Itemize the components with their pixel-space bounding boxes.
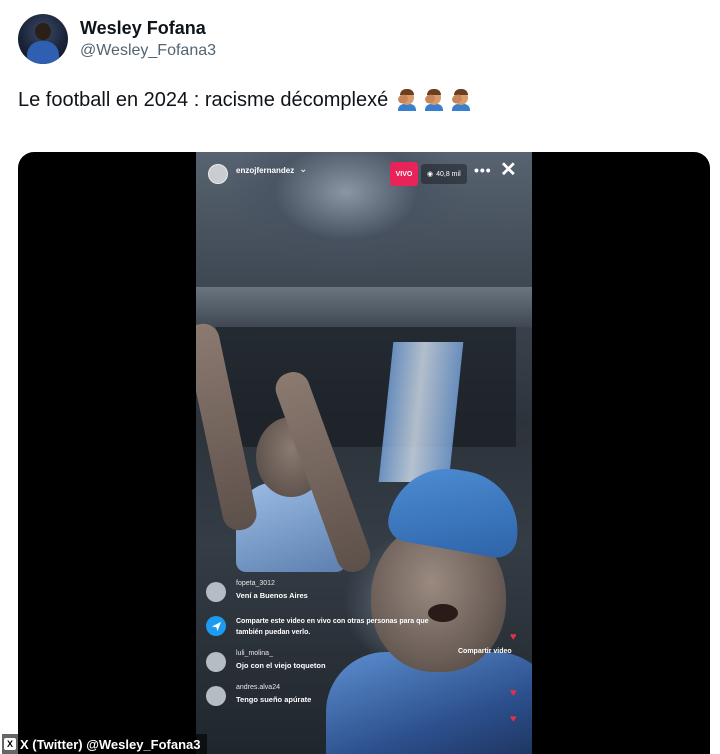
commenter-avatar (206, 652, 226, 672)
commenter-name: andres.alva24 (236, 684, 280, 691)
live-badge: VIVO (390, 162, 418, 186)
close-icon[interactable]: ✕ (500, 160, 517, 180)
comment-text: Tengo sueño apúrate (236, 695, 312, 704)
argentina-flag (378, 342, 464, 482)
bus-window (216, 327, 516, 447)
x-logo-icon: X (4, 738, 16, 750)
man-facepalming-emoji (396, 89, 418, 111)
avatar-figure (27, 41, 59, 64)
avatar[interactable] (18, 14, 68, 64)
tweet-text: Le football en 2024 : racisme décomplexé (18, 89, 389, 111)
viewer-count: ◉ 40,8 mil (421, 164, 467, 184)
eye-icon: ◉ (427, 171, 434, 178)
share-video-link[interactable]: Compartir video (458, 648, 512, 655)
commenter-avatar (206, 582, 226, 602)
avatar-head (35, 23, 51, 40)
media-container[interactable]: enzojfernandez ⌄ VIVO ◉ 40,8 mil ••• ✕ f… (18, 152, 710, 754)
heart-icon: ♥ (510, 631, 517, 643)
heart-icon: ♥ (510, 687, 517, 699)
share-prompt-text: Comparte este video en vivo con otras pe… (236, 618, 429, 636)
commenter-name: luli_molina_ (236, 650, 273, 657)
author-names: Wesley Fofana @Wesley_Fofana3 (80, 17, 216, 62)
man-facepalming-emoji (450, 89, 472, 111)
instagram-live-video[interactable]: enzojfernandez ⌄ VIVO ◉ 40,8 mil ••• ✕ f… (196, 152, 532, 754)
viewer-count-value: 40,8 mil (436, 170, 461, 178)
credit-text: X (Twitter) @Wesley_Fofana3 (20, 736, 201, 752)
commenter-name: fopeta_3012 (236, 580, 275, 587)
commenter-avatar (206, 686, 226, 706)
tweet-header: Wesley Fofana @Wesley_Fofana3 (18, 14, 216, 64)
man-facepalming-emoji (423, 89, 445, 111)
send-icon (206, 616, 226, 636)
bus-ceiling-light (196, 287, 532, 327)
live-top-bar: enzojfernandez ⌄ VIVO ◉ 40,8 mil ••• ✕ (196, 152, 532, 196)
live-user-avatar[interactable] (208, 164, 228, 184)
comment-text: Vení a Buenos Aires (236, 591, 308, 600)
more-options-icon[interactable]: ••• (474, 162, 492, 178)
display-name[interactable]: Wesley Fofana (80, 17, 216, 39)
chevron-down-icon[interactable]: ⌄ (299, 164, 307, 175)
heart-icon: ♥ (510, 713, 517, 725)
photo-credit: X X (Twitter) @Wesley_Fofana3 (2, 734, 207, 754)
emoji-group (396, 89, 472, 111)
tweet-text-row: Le football en 2024 : racisme décomplexé (18, 86, 472, 114)
user-handle[interactable]: @Wesley_Fofana3 (80, 40, 216, 62)
live-username[interactable]: enzojfernandez (236, 166, 294, 175)
comment-text: Ojo con el viejo toqueton (236, 661, 326, 670)
